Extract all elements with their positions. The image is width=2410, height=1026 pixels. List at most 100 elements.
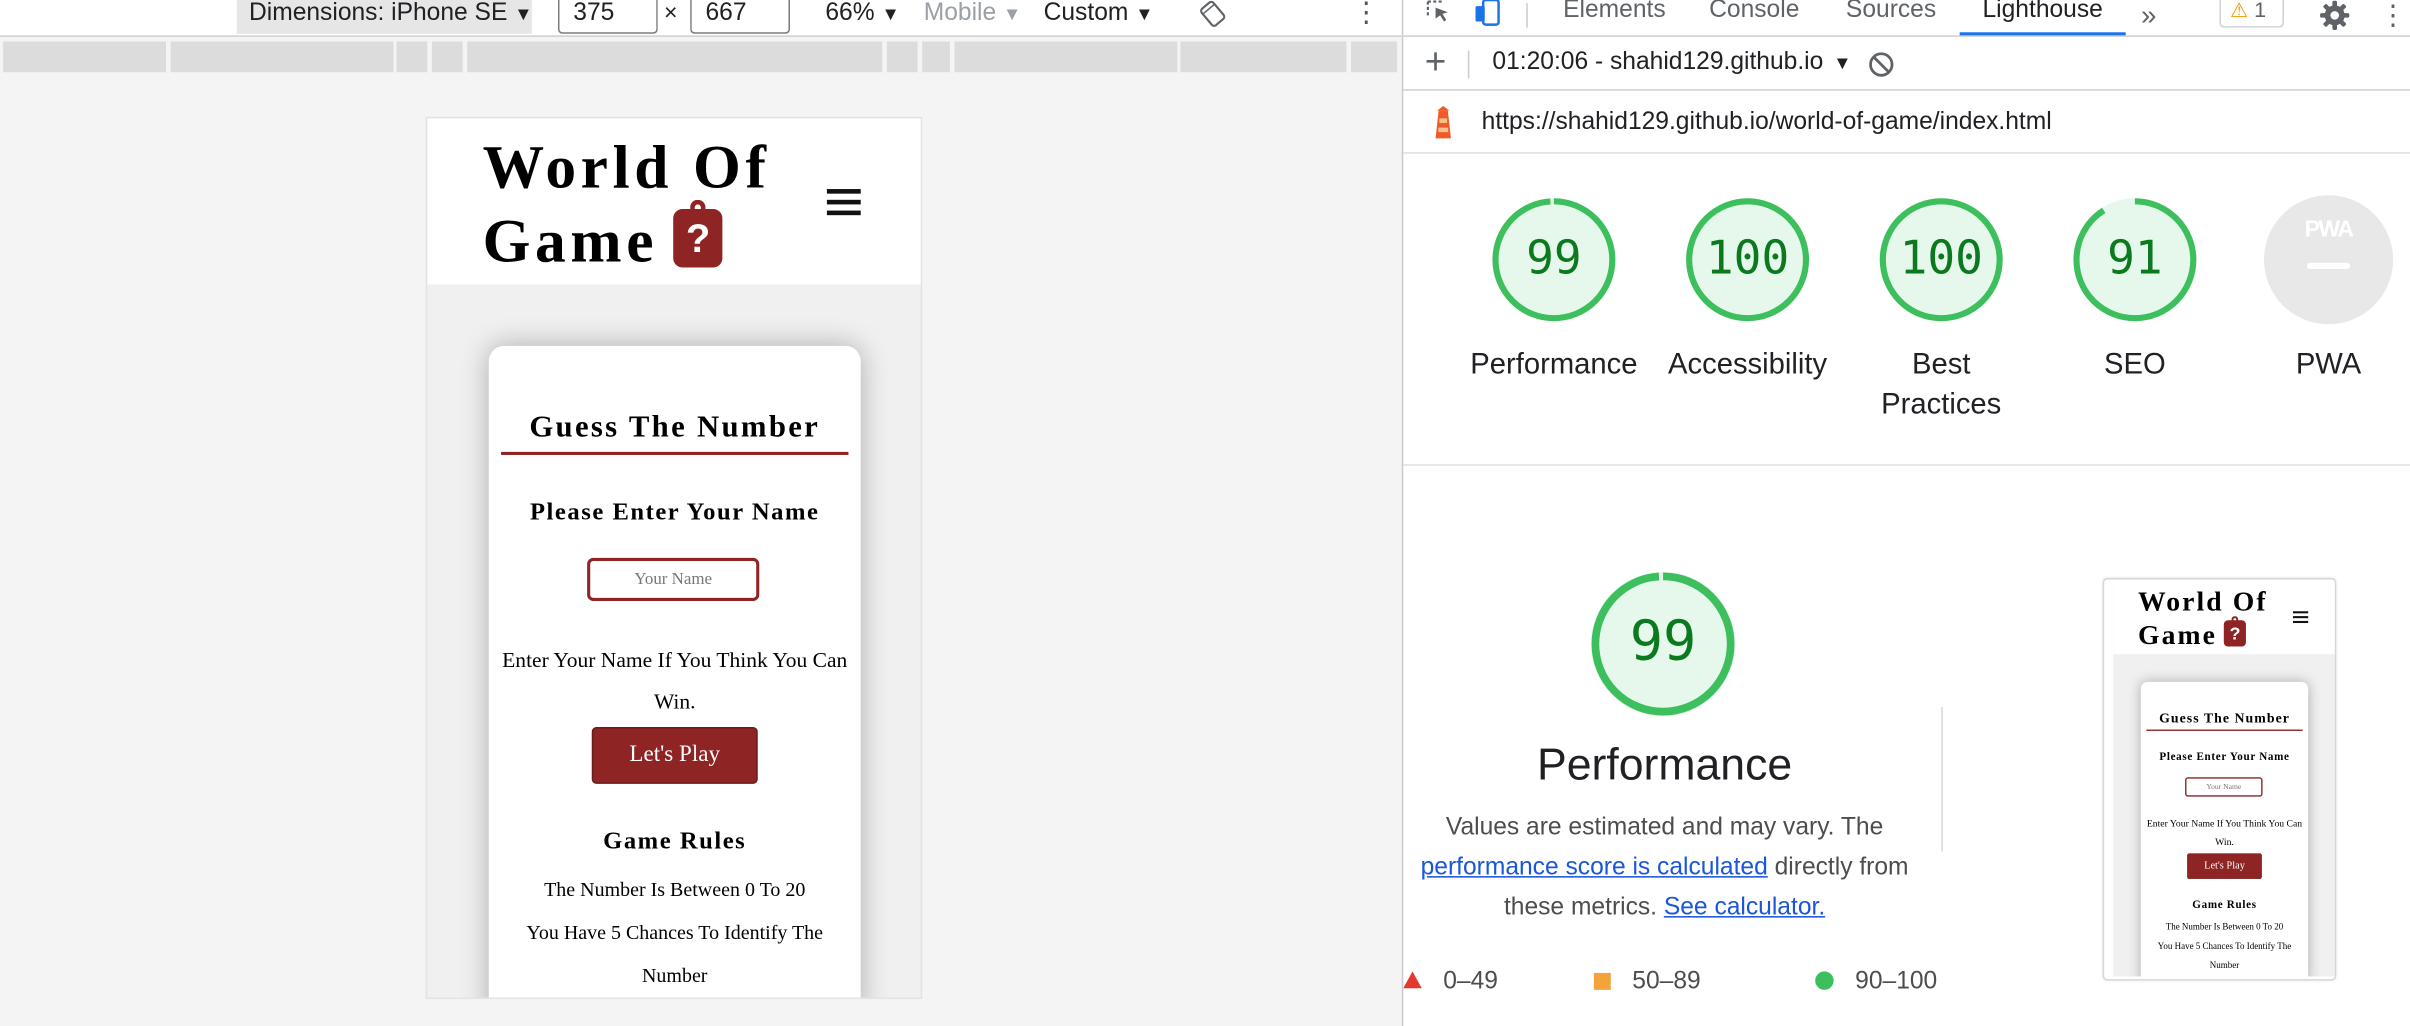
throttle-select[interactable]: Custom ▼: [1044, 0, 1154, 34]
device-emulation-pane: Dimensions: iPhone SE ▼ 375 × 667 66% ▼ …: [0, 0, 1402, 1026]
media-query-bar[interactable]: [0, 41, 1402, 73]
report-select-label: 01:20:06 - shahid129.github.io: [1492, 49, 1824, 76]
score-ring: 99: [1489, 195, 1618, 324]
thumbnail-rule-item: You Have 5 Chances To Identify The Numbe…: [2157, 940, 2292, 971]
toolbar-separator: [1467, 50, 1470, 79]
game-card: Guess The Number Please Enter Your Name …: [488, 345, 861, 998]
report-url[interactable]: https://shahid129.github.io/world-of-gam…: [1482, 109, 2052, 137]
gear-icon[interactable]: [2319, 0, 2350, 31]
inspect-element-icon[interactable]: [1425, 0, 1453, 25]
score-value: 99: [1526, 232, 1582, 286]
performance-title: Performance: [1536, 740, 1793, 791]
height-input[interactable]: 667: [690, 0, 791, 34]
media-query-segment[interactable]: [922, 41, 950, 73]
thumbnail-name-input: Your Name: [2185, 777, 2263, 797]
performance-score: 99: [1629, 610, 1697, 674]
score-value: 100: [1899, 232, 1983, 286]
thumbnail-site-title: World Of Game?: [2138, 585, 2290, 651]
score-calculated-link[interactable]: performance score is calculated: [1421, 855, 1768, 881]
score-legend: 0–49 50–89 90–100: [1403, 968, 2018, 1002]
name-input[interactable]: Your Name: [587, 557, 760, 601]
thumbnail-lets-play-button: Let's Play: [2187, 853, 2262, 879]
thumbnail-name-heading: Please Enter Your Name: [2159, 750, 2290, 763]
gauge-accessibility[interactable]: 100 Accessibility: [1651, 195, 1845, 386]
score-label: PWA: [2295, 348, 2362, 382]
times-icon: ×: [663, 0, 678, 27]
more-tabs-icon[interactable]: »: [2141, 0, 2156, 32]
device-toolbar-icon[interactable]: [1474, 0, 1502, 28]
fail-triangle-icon: [1403, 971, 1422, 989]
thumbnail-page: World Of Game? Guess The Number Please E…: [2113, 579, 2335, 977]
plus-icon[interactable]: +: [1425, 44, 1447, 82]
dimensions-select[interactable]: Dimensions: iPhone SE ▼: [236, 0, 533, 34]
media-query-segment[interactable]: [1180, 41, 1347, 73]
zoom-select[interactable]: 66% ▼: [825, 0, 899, 34]
rule-item: The Number Is Between 0 To 20: [544, 877, 806, 901]
gauge-pwa[interactable]: PWA PWA: [2232, 195, 2410, 386]
dimensions-label: Dimensions: iPhone SE: [248, 0, 508, 27]
legend-fail: 0–49: [1403, 968, 1498, 996]
score-ring: 100: [1877, 195, 2006, 324]
throttle-label: Custom: [1043, 0, 1129, 27]
final-screenshot-thumbnail[interactable]: World Of Game? Guess The Number Please E…: [2102, 577, 2337, 981]
report-select[interactable]: 01:20:06 - shahid129.github.io ▼: [1492, 49, 1851, 77]
hamburger-menu-icon[interactable]: [826, 189, 861, 215]
width-input[interactable]: 375: [557, 0, 658, 34]
see-calculator-link[interactable]: See calculator.: [1664, 895, 1825, 921]
media-query-segment[interactable]: [431, 41, 463, 73]
device-type-label: Mobile: [923, 0, 997, 27]
gauge-best-practices[interactable]: 100 Best Practices: [1844, 195, 2038, 426]
chevron-down-icon: ▼: [514, 3, 533, 25]
site-title[interactable]: World Of Game?: [483, 131, 821, 279]
media-query-segment[interactable]: [3, 41, 166, 73]
tab-lighthouse[interactable]: Lighthouse: [1959, 0, 2126, 36]
chevron-down-icon: ▼: [881, 3, 900, 25]
thumbnail-game-card: Guess The Number Please Enter Your Name …: [2140, 681, 2309, 977]
score-ring: 100: [1683, 195, 1812, 324]
tab-sources[interactable]: Sources: [1846, 0, 1936, 26]
more-options-icon[interactable]: ⋮: [1353, 0, 1381, 34]
rotate-icon[interactable]: [1199, 0, 1227, 34]
score-value: 100: [1705, 232, 1790, 286]
score-value: 91: [2107, 232, 2163, 286]
media-query-segment[interactable]: [1351, 41, 1398, 73]
performance-section: 99 Performance Values are estimated and …: [1403, 569, 1926, 929]
thumbnail-site-title-line1: World Of: [2138, 585, 2268, 617]
pwa-badge-ring: PWA: [2264, 195, 2394, 325]
thumbnail-site-header: World Of Game?: [2113, 579, 2335, 655]
section-divider: [1403, 464, 2410, 466]
score-label: Performance: [1470, 348, 1638, 382]
question-mark-glyph: ?: [685, 215, 711, 262]
tab-console[interactable]: Console: [1709, 0, 1799, 26]
media-query-segment[interactable]: [467, 41, 883, 73]
device-type-select[interactable]: Mobile ▼: [924, 0, 1022, 34]
devtools-tabbar: Elements Console Sources Lighthouse » ⚠ …: [1403, 0, 2410, 37]
tab-elements[interactable]: Elements: [1563, 0, 1666, 26]
report-url-bar: https://shahid129.github.io/world-of-gam…: [1403, 92, 2410, 154]
media-query-segment[interactable]: [170, 41, 394, 73]
media-query-segment[interactable]: [396, 41, 428, 73]
clear-icon[interactable]: [1867, 51, 1895, 79]
pass-circle-icon: [1815, 971, 1834, 990]
site-header: World Of Game?: [427, 118, 921, 285]
card-title: Guess The Number: [501, 410, 849, 455]
media-query-segment[interactable]: [954, 41, 1178, 73]
chevron-down-icon: ▼: [1003, 3, 1022, 25]
lets-play-button[interactable]: Let's Play: [591, 727, 758, 784]
gauge-performance[interactable]: 99 Performance: [1457, 195, 1651, 386]
legend-pass-label: 90–100: [1855, 968, 1938, 995]
gauge-seo[interactable]: 91 SEO: [2038, 195, 2232, 386]
score-ring: 91: [2070, 195, 2199, 324]
name-heading: Please Enter Your Name: [530, 499, 820, 526]
more-options-icon[interactable]: ⋮: [2379, 0, 2407, 32]
media-query-segment[interactable]: [886, 41, 918, 73]
chevron-down-icon: ▼: [1135, 3, 1154, 25]
zoom-label: 66%: [825, 0, 875, 27]
question-tag-icon: ?: [673, 199, 723, 268]
thumbnail-hamburger-menu-icon: [2292, 611, 2309, 623]
thumbnail-question-mark-glyph: ?: [2229, 623, 2241, 644]
site-title-line2: Game?: [483, 199, 821, 278]
thumbnail-site-title-word: Game: [2138, 618, 2218, 650]
thumbnail-content: World Of Game? Guess The Number Please E…: [2104, 579, 2335, 977]
issues-badge[interactable]: ⚠ 1: [2219, 0, 2284, 28]
